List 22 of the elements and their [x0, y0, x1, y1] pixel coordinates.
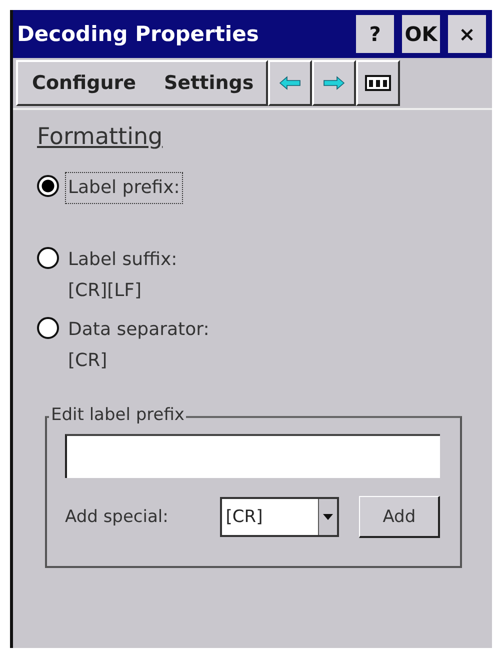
- caret-icon: [323, 514, 334, 520]
- option-value: [CR]: [67, 349, 108, 373]
- keyboard-icon[interactable]: [356, 60, 400, 106]
- title-bar-button[interactable]: OK: [402, 15, 440, 53]
- add-button[interactable]: Add: [359, 496, 440, 538]
- input-field[interactable]: [65, 434, 440, 478]
- menu-item[interactable]: Settings: [164, 72, 254, 94]
- field-label: Add special:: [65, 507, 170, 527]
- group-title: Edit label prefix: [49, 405, 186, 425]
- section-heading: Formatting: [37, 124, 163, 150]
- dropdown[interactable]: [CR]: [220, 497, 340, 537]
- menu-item[interactable]: Configure: [32, 72, 136, 94]
- title-bar-button[interactable]: ×: [448, 15, 486, 53]
- radio-button[interactable]: [37, 175, 59, 197]
- radio-button[interactable]: [37, 317, 59, 339]
- option-value: [CR][LF]: [67, 279, 142, 303]
- option-label[interactable]: Label prefix:: [65, 172, 183, 204]
- radio-button[interactable]: [37, 247, 59, 269]
- option-label[interactable]: Data separator:: [65, 314, 212, 346]
- option-label[interactable]: Label suffix:: [65, 244, 180, 276]
- title-bar-button[interactable]: ?: [356, 15, 394, 53]
- window-title: Decoding Properties: [17, 22, 259, 46]
